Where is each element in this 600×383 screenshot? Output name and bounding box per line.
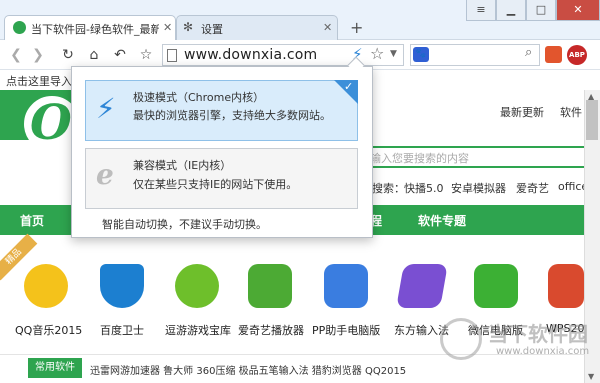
search-icon[interactable]: ⌕ xyxy=(525,45,532,60)
refresh-icon[interactable]: ↻ xyxy=(58,45,78,65)
header-link-latest[interactable]: 最新更新 xyxy=(500,104,544,120)
app-label[interactable]: QQ音乐2015 xyxy=(15,322,82,338)
iqiyi-icon[interactable] xyxy=(248,264,292,308)
star-icon[interactable]: ☆ xyxy=(370,44,384,63)
hot-search-item[interactable]: 安卓模拟器 xyxy=(451,180,506,196)
favorite-icon[interactable]: ☆ xyxy=(136,45,156,65)
watermark-text: 当下软件园 xyxy=(488,322,588,346)
baidu-paw-icon[interactable]: 🐾 xyxy=(413,47,429,62)
chevron-down-icon[interactable]: ▼ xyxy=(390,49,397,59)
tab-close-icon[interactable]: ✕ xyxy=(323,21,332,34)
page-icon xyxy=(167,49,177,62)
undo-icon[interactable]: ↶ xyxy=(110,45,130,65)
app-label[interactable]: 爱奇艺播放器 xyxy=(238,322,304,338)
site-favicon-icon xyxy=(13,21,26,34)
scroll-down-icon[interactable]: ▼ xyxy=(588,372,594,381)
app-label[interactable]: 百度卫士 xyxy=(100,322,144,338)
pp-assistant-icon[interactable] xyxy=(324,264,368,308)
header-link-software[interactable]: 软件 xyxy=(560,104,582,120)
home-icon[interactable]: ⌂ xyxy=(84,45,104,65)
common-software-list[interactable]: 迅雷网游加速器 鲁大师 360压缩 极品五笔输入法 猎豹浏览器 QQ2015 xyxy=(90,362,406,377)
hot-search-label: 搜索： xyxy=(372,182,405,195)
speed-mode-title: 极速模式（Chrome内核） xyxy=(133,91,265,104)
scroll-thumb[interactable] xyxy=(586,100,598,140)
menu-button[interactable]: ≡ xyxy=(466,0,496,21)
hot-search-item[interactable]: 快播5.0 xyxy=(404,180,444,196)
compat-mode-title: 兼容模式（IE内核） xyxy=(133,159,232,172)
common-software-tab[interactable]: 常用软件 xyxy=(28,358,82,378)
site-search-placeholder: 输入您要搜索的内容 xyxy=(370,152,469,165)
qq-music-icon[interactable] xyxy=(24,264,68,308)
adblock-icon[interactable]: ABP xyxy=(567,45,587,65)
import-bookmarks-link[interactable]: 点击这里导入 xyxy=(6,73,72,89)
search-input[interactable] xyxy=(436,47,522,63)
wps-icon[interactable] xyxy=(548,264,584,308)
watermark-url: www.downxia.com xyxy=(496,346,590,357)
nav-topics[interactable]: 软件专题 xyxy=(418,212,466,229)
watermark-logo-icon xyxy=(440,318,482,360)
lightning-icon: ⚡ xyxy=(96,92,116,125)
baidu-guard-icon[interactable] xyxy=(100,264,144,308)
back-icon[interactable]: ❮ xyxy=(6,45,26,65)
hot-search-item[interactable]: 爱奇艺 xyxy=(516,180,549,196)
popup-hint: 智能自动切换，不建议手动切换。 xyxy=(102,218,267,231)
wechat-icon[interactable] xyxy=(474,264,518,308)
minimize-button[interactable]: ▁ xyxy=(496,0,526,21)
tab-label: 设置 xyxy=(201,23,223,36)
dongfang-input-icon[interactable] xyxy=(396,264,448,308)
close-button[interactable]: ✕ xyxy=(556,0,600,21)
tab-close-icon[interactable]: ✕ xyxy=(163,21,172,34)
new-tab-button[interactable]: + xyxy=(350,18,363,37)
checkmark-icon: ✓ xyxy=(344,80,354,93)
url-text[interactable]: www.downxia.com xyxy=(184,47,317,63)
app-label[interactable]: PP助手电脑版 xyxy=(312,322,380,338)
compat-mode-desc: 仅在某些只支持IE的网站下使用。 xyxy=(133,178,298,191)
gear-icon: ✻ xyxy=(183,20,194,34)
forward-icon[interactable]: ❯ xyxy=(28,45,48,65)
app-label[interactable]: 逗游游戏宝库 xyxy=(165,322,231,338)
tab-downxia[interactable]: 当下软件园-绿色软件_最新 ✕ xyxy=(4,15,176,41)
maximize-button[interactable]: □ xyxy=(526,0,556,21)
nav-home[interactable]: 首页 xyxy=(20,212,44,229)
extension-icon[interactable] xyxy=(545,46,562,63)
tab-label: 当下软件园-绿色软件_最新 xyxy=(31,23,159,36)
ie-icon: e xyxy=(96,158,114,191)
speed-mode-desc: 最快的浏览器引擎，支持绝大多数网站。 xyxy=(133,109,331,122)
douyou-game-icon[interactable] xyxy=(175,264,219,308)
tab-settings[interactable]: ✻ 设置 ✕ xyxy=(176,15,338,41)
